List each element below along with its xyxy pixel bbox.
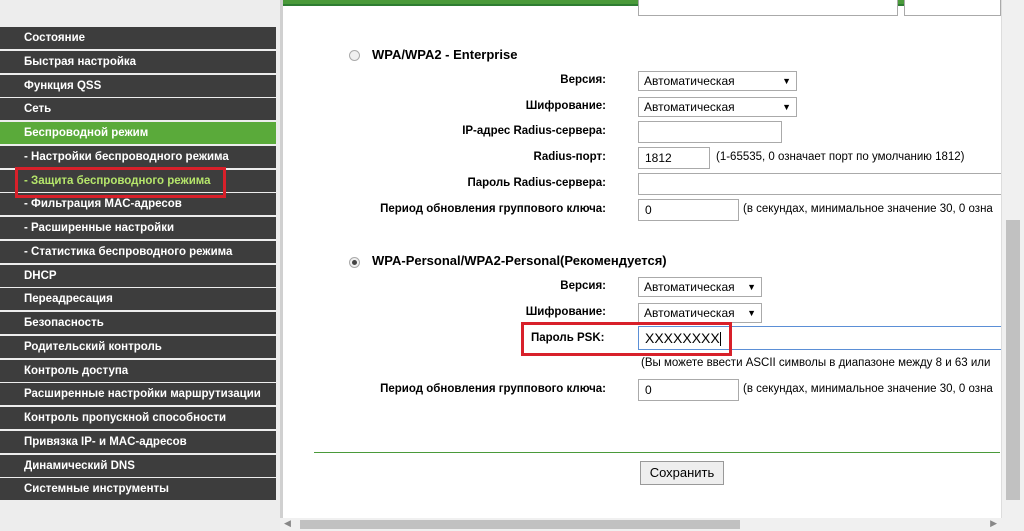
vertical-scroll-thumb[interactable] — [1006, 220, 1020, 500]
sidebar-item-network[interactable]: Сеть — [0, 98, 276, 121]
personal-version-label: Версия: — [560, 280, 606, 292]
panel-divider — [280, 0, 283, 531]
sidebar-item-parental-control[interactable]: Родительский контроль — [0, 335, 276, 358]
sidebar-item-advanced-routing[interactable]: Расширенные настройки маршрутизации — [0, 383, 276, 406]
triangle-down-icon: ▼ — [747, 282, 756, 292]
personal-group-key-label: Период обновления группового ключа: — [380, 383, 606, 395]
triangle-left-icon[interactable]: ◀ — [284, 518, 291, 529]
enterprise-group-key-label: Период обновления группового ключа: — [380, 203, 606, 215]
vertical-scrollbar[interactable] — [1001, 0, 1024, 518]
sidebar-item-qss[interactable]: Функция QSS — [0, 74, 276, 97]
sidebar-item-wireless-statistics[interactable]: - Статистика беспроводного режима — [0, 240, 276, 263]
enterprise-encryption-label: Шифрование: — [525, 100, 606, 112]
radius-ip-input[interactable] — [638, 121, 782, 143]
triangle-down-icon: ▼ — [747, 308, 756, 318]
triangle-down-icon: ▼ — [782, 102, 791, 112]
sidebar-item-dhcp[interactable]: DHCP — [0, 264, 276, 287]
sidebar-item-wireless-advanced[interactable]: - Расширенные настройки — [0, 217, 276, 239]
highlight-box-sidebar — [15, 167, 226, 198]
personal-version-select[interactable]: Автоматическая ▼ — [638, 277, 762, 297]
sidebar-item-forwarding[interactable]: Переадресация — [0, 288, 276, 311]
personal-group-key-hint: (в секундах, минимальное значение 30, 0 … — [743, 383, 993, 395]
personal-encryption-select[interactable]: Автоматическая ▼ — [638, 303, 762, 323]
radio-personal[interactable] — [349, 257, 360, 268]
radius-password-input[interactable] — [638, 173, 1001, 195]
enterprise-version-select[interactable]: Автоматическая ▼ — [638, 71, 797, 91]
sidebar-item-ddns[interactable]: Динамический DNS — [0, 454, 276, 477]
sidebar-item-wireless-settings[interactable]: - Настройки беспроводного режима — [0, 145, 276, 168]
radio-enterprise[interactable] — [349, 50, 360, 61]
horizontal-scroll-thumb[interactable] — [300, 520, 740, 529]
horizontal-scrollbar[interactable]: ◀ ▶ — [280, 518, 1024, 531]
sidebar-item-status[interactable]: Состояние — [0, 27, 276, 49]
sidebar-item-quick-setup[interactable]: Быстрая настройка — [0, 50, 276, 73]
triangle-right-icon[interactable]: ▶ — [990, 518, 997, 529]
personal-group-key-input[interactable]: 0 — [638, 379, 739, 401]
sidebar-menu: Состояние Быстрая настройка Функция QSS … — [0, 27, 276, 502]
radius-ip-label: IP-адрес Radius-сервера: — [462, 125, 606, 137]
enterprise-group-key-hint: (в секундах, минимальное значение 30, 0 … — [743, 203, 993, 215]
radius-password-label: Пароль Radius-сервера: — [467, 177, 606, 189]
personal-encryption-label: Шифрование: — [525, 306, 606, 318]
partial-field-top-right — [904, 0, 1001, 16]
personal-title: WPA-Personal/WPA2-Personal(Рекомендуется… — [372, 253, 667, 268]
highlight-box-psk — [521, 322, 732, 356]
triangle-down-icon: ▼ — [782, 76, 791, 86]
enterprise-encryption-select[interactable]: Автоматическая ▼ — [638, 97, 797, 117]
save-button[interactable]: Сохранить — [640, 461, 724, 485]
separator-line — [314, 452, 1000, 453]
sidebar-item-ip-mac-binding[interactable]: Привязка IP- и MAC-адресов — [0, 430, 276, 453]
sidebar: Состояние Быстрая настройка Функция QSS … — [0, 0, 280, 531]
radius-port-label: Radius-порт: — [533, 151, 606, 163]
enterprise-version-label: Версия: — [560, 74, 606, 86]
sidebar-item-bandwidth-control[interactable]: Контроль пропускной способности — [0, 407, 276, 429]
sidebar-item-security[interactable]: Безопасность — [0, 312, 276, 334]
partial-field-top — [638, 0, 898, 16]
radius-port-hint: (1-65535, 0 означает порт по умолчанию 1… — [716, 151, 965, 163]
psk-hint: (Вы можете ввести ASCII символы в диапаз… — [641, 357, 991, 369]
enterprise-group-key-input[interactable]: 0 — [638, 199, 739, 221]
sidebar-item-system-tools[interactable]: Системные инструменты — [0, 478, 276, 501]
radius-port-input[interactable]: 1812 — [638, 147, 710, 169]
sidebar-item-access-control[interactable]: Контроль доступа — [0, 359, 276, 382]
sidebar-item-wireless[interactable]: Беспроводной режим — [0, 122, 276, 144]
enterprise-title: WPA/WPA2 - Enterprise — [372, 47, 518, 62]
